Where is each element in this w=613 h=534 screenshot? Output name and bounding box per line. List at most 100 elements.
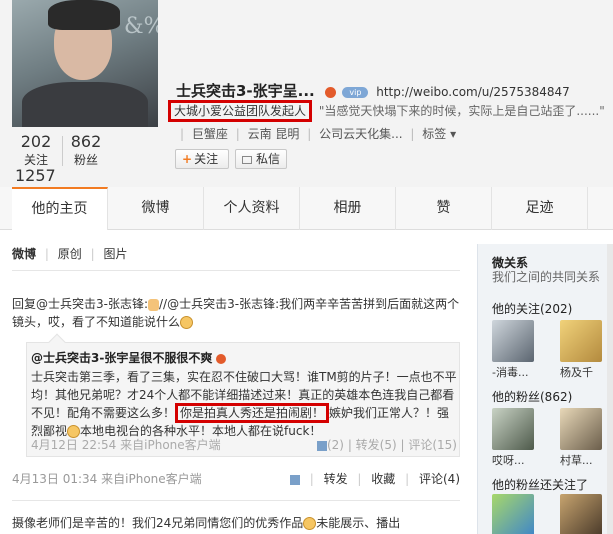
bio-highlight: 大城小爱公益团队发起人 xyxy=(168,100,313,122)
post-source[interactable]: 来自iPhone客户端 xyxy=(101,472,202,486)
info-separator: | xyxy=(180,127,185,141)
info-separator: | xyxy=(410,127,415,141)
subnav-original[interactable]: 原创 xyxy=(58,247,82,261)
member-badge-icon[interactable]: vip xyxy=(342,87,369,98)
quoted-source[interactable]: 来自iPhone客户端 xyxy=(120,438,221,452)
vip-badge-icon xyxy=(216,353,227,364)
follow-avatar[interactable] xyxy=(492,320,534,362)
subnav-divider xyxy=(12,270,460,271)
plus-icon: + xyxy=(182,152,193,166)
fan-avatar[interactable] xyxy=(492,408,534,450)
profile-name-row: 士兵突击3-张宇呈... vip http://weibo.com/u/2575… xyxy=(176,80,570,100)
profile-url[interactable]: http://weibo.com/u/2575384847 xyxy=(376,85,570,99)
tab-footprint[interactable]: 足迹 xyxy=(492,187,588,230)
next-post-body-b: 未能展示、播出 xyxy=(316,516,401,530)
post-reply-to[interactable]: 回复@士兵突击3-张志锋: xyxy=(12,297,148,311)
fan-name[interactable]: 村草... xyxy=(560,452,593,468)
action-separator: | xyxy=(357,472,362,486)
quoted-author-name: @士兵突击3-张宇呈很不服很不爽 xyxy=(31,351,213,365)
relationship-sidebar: 微关系 我们之间的共同关系 他的关注(202) -消毒... 杨及千 他的粉丝(… xyxy=(477,244,613,534)
subnav-images[interactable]: 图片 xyxy=(103,247,127,261)
sidebar-scrollbar[interactable] xyxy=(607,244,613,534)
comment-button[interactable]: 评论(4) xyxy=(419,472,460,486)
quoted-meta: 4月12日 22:54 来自iPhone客户端 (2) | 转发(5) | 评论… xyxy=(31,436,457,453)
vip-badge-icon[interactable] xyxy=(324,87,336,98)
subnav-separator: | xyxy=(90,247,95,261)
fans-count: 862 xyxy=(70,132,102,151)
quoted-repost[interactable]: 转发(5) xyxy=(356,438,397,452)
profile-tabs: 他的主页 微博 个人资料 相册 赞 足迹 xyxy=(0,187,613,230)
suggested-avatar[interactable] xyxy=(492,494,534,534)
quoted-post: @士兵突击3-张宇呈很不服很不爽 士兵突击第三季，看了三集，实在忍不住破口大骂！… xyxy=(26,333,460,457)
tab-album[interactable]: 相册 xyxy=(300,187,396,230)
fist-emoji-icon xyxy=(148,298,160,311)
quoted-highlight: 你是拍真人秀还是拍闹剧！ xyxy=(175,403,330,423)
profile-name[interactable]: 士兵突击3-张宇呈... xyxy=(176,82,315,100)
profile-bio-row: 大城小爱公益团队发起人 "当感觉天快塌下来的时候，实际上是自己站歪了......… xyxy=(168,100,605,122)
weibo-subnav: 微博 | 原创 | 图片 xyxy=(12,245,127,265)
follow-avatar[interactable] xyxy=(560,320,602,362)
tab-home[interactable]: 他的主页 xyxy=(12,187,108,230)
subnav-separator: | xyxy=(44,247,49,261)
profile-stats: 202 关注 862 粉丝 1257 xyxy=(12,130,158,187)
suggested-avatar[interactable] xyxy=(560,494,602,534)
tab-weibo[interactable]: 微博 xyxy=(108,187,204,230)
next-post-text: 摄像老师们是辛苦的！我们24兄弟同情您们的优秀作品 未能展示、播出 xyxy=(12,514,464,531)
post-text: 回复@士兵突击3-张志锋://@士兵突击3-张志锋:我们两辛辛苦苦拼到后面就这两… xyxy=(12,295,464,331)
tab-likes[interactable]: 赞 xyxy=(396,187,492,230)
fan-name[interactable]: 哎呀... xyxy=(492,452,525,468)
quoted-comment[interactable]: 评论(15) xyxy=(408,438,457,452)
quoted-body: 士兵突击第三季，看了三集，实在忍不住破口大骂！谁TM剪的片子！一点也不平均！其他… xyxy=(31,368,457,440)
mail-icon xyxy=(242,155,252,164)
profile-info-row: | 巨蟹座 | 云南 昆明 | 公司云天化集... | 标签 ▾ xyxy=(176,125,456,143)
avatar-shirt xyxy=(22,82,148,127)
sidebar-follow-header[interactable]: 他的关注(202) xyxy=(492,300,572,317)
profile-avatar[interactable]: &%S xyxy=(12,0,158,127)
fan-avatar[interactable] xyxy=(560,408,602,450)
info-location[interactable]: 云南 昆明 xyxy=(248,127,300,141)
post-divider xyxy=(12,500,460,501)
follow-name[interactable]: 杨及千 xyxy=(560,364,593,380)
like-icon[interactable] xyxy=(316,440,327,451)
info-separator: | xyxy=(235,127,240,141)
info-company[interactable]: 公司云天化集... xyxy=(319,127,402,141)
post-time[interactable]: 4月13日 01:34 xyxy=(12,472,97,486)
message-button[interactable]: 私信 xyxy=(235,149,287,169)
avatar-hair xyxy=(48,0,120,30)
quote-arrow xyxy=(48,333,66,351)
follow-name[interactable]: -消毒... xyxy=(492,364,528,380)
follow-stat[interactable]: 202 关注 xyxy=(18,132,54,168)
follow-count: 202 xyxy=(20,132,52,151)
quoted-time[interactable]: 4月12日 22:54 xyxy=(31,438,116,452)
sad-emoji-icon xyxy=(180,316,194,329)
subnav-weibo[interactable]: 微博 xyxy=(12,247,36,261)
stat-divider xyxy=(62,136,63,166)
info-constellation[interactable]: 巨蟹座 xyxy=(192,127,228,141)
action-separator: | xyxy=(347,438,356,452)
fans-label: 粉丝 xyxy=(73,153,98,167)
post-actions: | 转发 | 收藏 | 评论(4) xyxy=(289,470,460,487)
tags-dropdown[interactable]: 标签 ▾ xyxy=(422,127,456,141)
follow-button[interactable]: + 关注 xyxy=(175,149,229,169)
repost-button[interactable]: 转发 xyxy=(324,472,348,486)
flower-emoji-icon xyxy=(303,517,317,530)
info-separator: | xyxy=(307,127,312,141)
sidebar-subtitle[interactable]: 我们之间的共同关系 xyxy=(492,268,600,285)
profile-header: &%S 202 关注 862 粉丝 1257 士兵突击3-张宇呈... vip … xyxy=(0,0,613,187)
avatar-background-text: &%S xyxy=(124,14,158,39)
next-post-body: 摄像老师们是辛苦的！我们24兄弟同情您们的优秀作品 xyxy=(12,516,304,530)
quoted-likes[interactable]: (2) xyxy=(327,438,344,452)
post-meta: 4月13日 01:34 来自iPhone客户端 | 转发 | 收藏 | 评论(4… xyxy=(12,470,460,487)
action-separator: | xyxy=(309,472,314,486)
message-button-label: 私信 xyxy=(256,152,281,166)
quoted-actions: (2) | 转发(5) | 评论(15) xyxy=(316,436,457,453)
like-icon[interactable] xyxy=(289,474,300,485)
fans-stat[interactable]: 862 粉丝 xyxy=(68,132,104,168)
sidebar-fans-header[interactable]: 他的粉丝(862) xyxy=(492,388,572,405)
tab-profile-info[interactable]: 个人资料 xyxy=(204,187,300,230)
quoted-author[interactable]: @士兵突击3-张宇呈很不服很不爽 xyxy=(31,349,227,366)
favorite-button[interactable]: 收藏 xyxy=(371,472,395,486)
weibo-count[interactable]: 1257 xyxy=(15,166,56,185)
sidebar-also-follows-header: 他的粉丝还关注了 xyxy=(492,478,589,492)
bio-quote: "当感觉天快塌下来的时候，实际上是自己站歪了......" xyxy=(318,104,605,118)
